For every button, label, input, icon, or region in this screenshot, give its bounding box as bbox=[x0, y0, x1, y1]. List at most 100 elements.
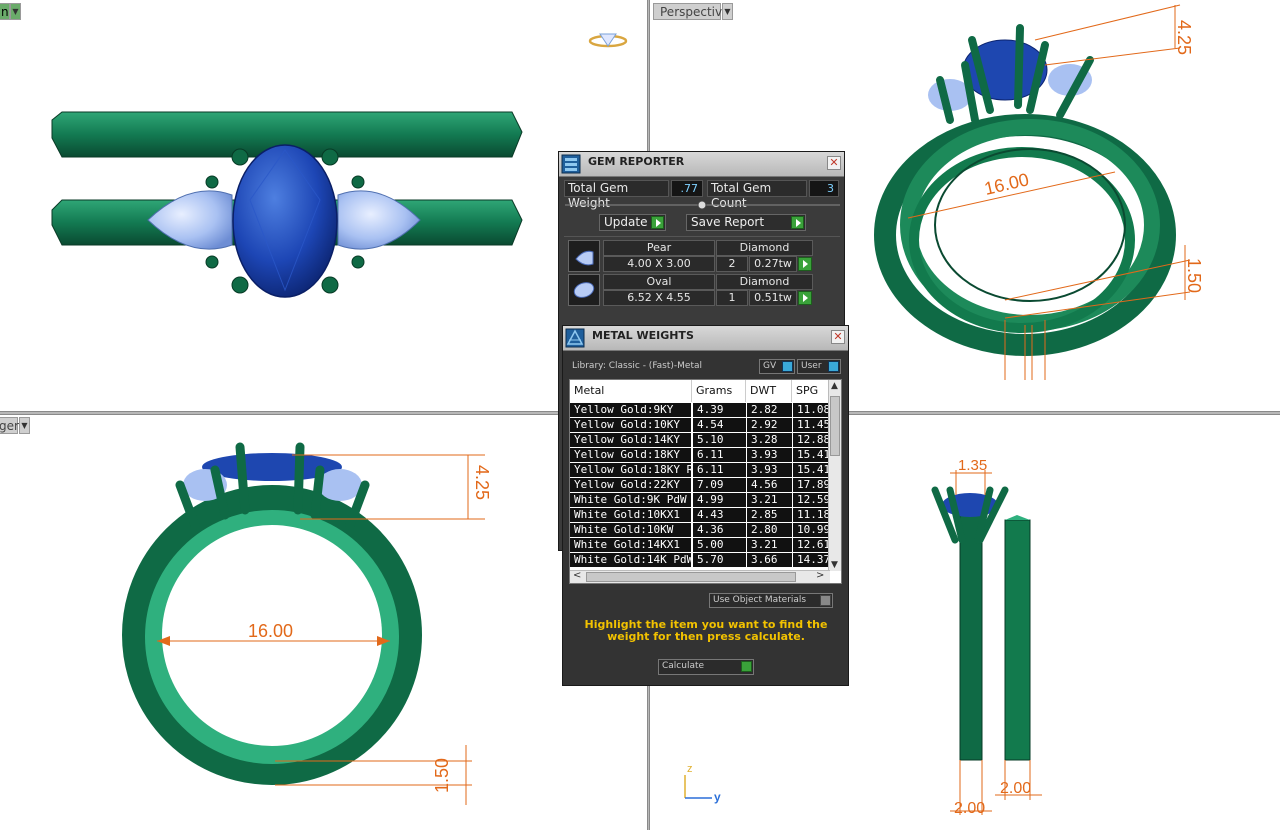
dwt-value: 3.93 bbox=[747, 463, 792, 477]
toggle-icon bbox=[820, 595, 831, 606]
viewport-label[interactable]: Perspective bbox=[653, 3, 730, 20]
metal-weights-panel: METAL WEIGHTS ✕ Library: Classic - (Fast… bbox=[562, 325, 849, 686]
viewport-dropdown-icon[interactable]: ▼ bbox=[19, 417, 30, 434]
metal-name: White Gold:10KX1 bbox=[570, 508, 691, 522]
dwt-value: 3.28 bbox=[747, 433, 792, 447]
dwt-value: 4.56 bbox=[747, 478, 792, 492]
metal-name: Yellow Gold:22KY bbox=[570, 478, 691, 492]
calculate-button[interactable]: Calculate bbox=[658, 659, 754, 675]
table-row[interactable]: Yellow Gold:9KY 4.39 2.82 11.08 bbox=[570, 403, 838, 418]
horizontal-scrollbar[interactable]: < > bbox=[570, 570, 830, 583]
table-row[interactable]: White Gold:14KX1 5.00 3.21 12.61 bbox=[570, 538, 838, 553]
gem-reporter-icon bbox=[561, 154, 581, 174]
ring-logo-icon bbox=[588, 33, 628, 48]
gem-size: 6.52 X 4.55 bbox=[603, 290, 715, 306]
grams-value: 5.00 bbox=[693, 538, 746, 552]
dwt-value: 3.66 bbox=[747, 553, 792, 567]
gem-shape: Pear bbox=[603, 240, 715, 256]
ring-front-render bbox=[51, 33, 628, 298]
scroll-up-icon[interactable]: ▲ bbox=[831, 381, 838, 391]
scroll-down-icon[interactable]: ▼ bbox=[831, 560, 838, 570]
gem-shape: Oval bbox=[603, 274, 715, 290]
table-row[interactable]: Yellow Gold:18KY 6.11 3.93 15.41 bbox=[570, 448, 838, 463]
column-header-metal[interactable]: Metal bbox=[570, 380, 692, 402]
table-row[interactable]: Yellow Gold:14KY 5.10 3.28 12.88 bbox=[570, 433, 838, 448]
user-toggle[interactable]: User bbox=[797, 359, 841, 374]
grams-value: 4.54 bbox=[693, 418, 746, 432]
toggle-icon bbox=[828, 361, 839, 372]
metal-name: White Gold:14K PdW bbox=[570, 553, 691, 567]
grams-value: 4.99 bbox=[693, 493, 746, 507]
metal-name: White Gold:9K PdW bbox=[570, 493, 691, 507]
metal-table[interactable]: Metal Grams DWT SPG Yellow Gold:9KY 4.39 2… bbox=[569, 379, 842, 584]
gem-select-button[interactable] bbox=[798, 257, 812, 271]
viewport-dropdown-icon[interactable]: ▼ bbox=[722, 3, 733, 20]
ring-side-render: 4.25 16.00 1.50 bbox=[122, 442, 492, 805]
metal-name: Yellow Gold:10KY bbox=[570, 418, 691, 432]
table-row[interactable]: Yellow Gold:18KY R...6.113.9315.41 bbox=[570, 463, 838, 478]
gv-toggle-label: GV bbox=[763, 361, 777, 371]
table-row[interactable]: White Gold:10KW 4.36 2.80 10.99 bbox=[570, 523, 838, 538]
scroll-left-icon[interactable]: < bbox=[573, 570, 581, 581]
metal-weights-titlebar[interactable]: METAL WEIGHTS ✕ bbox=[563, 326, 848, 351]
pear-gem-icon bbox=[568, 240, 600, 272]
column-header-dwt[interactable]: DWT bbox=[746, 380, 792, 402]
gem-count: 1 bbox=[716, 290, 748, 306]
dwt-value: 2.85 bbox=[747, 508, 792, 522]
table-row[interactable]: White Gold:14K PdW 5.70 3.66 14.37 bbox=[570, 553, 838, 568]
dwt-value: 2.80 bbox=[747, 523, 792, 537]
dwt-value: 3.93 bbox=[747, 448, 792, 462]
axis-y-label: y bbox=[714, 790, 721, 804]
oval-gem-icon bbox=[568, 274, 600, 306]
gem-size: 4.00 X 3.00 bbox=[603, 256, 715, 272]
grams-value: 4.39 bbox=[693, 403, 746, 417]
table-row[interactable]: White Gold:9K PdW 4.99 3.21 12.59 bbox=[570, 493, 838, 508]
use-object-materials-toggle[interactable]: Use Object Materials bbox=[709, 593, 833, 608]
total-weight-label: Total Gem Weight bbox=[564, 180, 669, 210]
metal-name: White Gold:14KX1 bbox=[570, 538, 691, 552]
play-icon bbox=[741, 661, 752, 672]
table-row[interactable]: Yellow Gold:22KY 7.09 4.56 17.89 bbox=[570, 478, 838, 493]
metal-name: Yellow Gold:14KY bbox=[570, 433, 691, 447]
column-header-spg[interactable]: SPG bbox=[792, 380, 832, 402]
use-object-materials-label: Use Object Materials bbox=[713, 595, 807, 605]
toggle-icon bbox=[782, 361, 793, 372]
close-icon[interactable]: ✕ bbox=[831, 330, 845, 344]
axis-gizmo-icon bbox=[684, 775, 712, 799]
total-count-label: Total Gem Count bbox=[707, 180, 807, 210]
table-row[interactable]: White Gold:10KX1 4.43 2.85 11.18 bbox=[570, 508, 838, 523]
total-weight-value: .77 bbox=[671, 180, 703, 197]
grams-value: 6.11 bbox=[693, 448, 746, 462]
close-icon[interactable]: ✕ bbox=[827, 156, 841, 170]
user-toggle-label: User bbox=[801, 361, 822, 371]
gem-weight: 0.51tw bbox=[749, 290, 797, 306]
table-row[interactable]: Yellow Gold:10KY 4.54 2.92 11.45 bbox=[570, 418, 838, 433]
vertical-scrollbar[interactable]: ▲ ▼ bbox=[828, 380, 841, 571]
gv-toggle[interactable]: GV bbox=[759, 359, 795, 374]
viewport-bottom-left[interactable]: 4.25 16.00 1.50 ger ▼ bbox=[0, 415, 647, 830]
dim-height-label: 4.25 bbox=[472, 465, 492, 500]
gem-reporter-titlebar[interactable]: GEM REPORTER ✕ bbox=[559, 152, 844, 177]
gem-select-button[interactable] bbox=[798, 291, 812, 305]
column-header-grams[interactable]: Grams bbox=[692, 380, 746, 402]
dim-prong-label: 1.35 bbox=[958, 457, 987, 474]
grams-value: 5.10 bbox=[693, 433, 746, 447]
scroll-right-icon[interactable]: > bbox=[816, 570, 824, 581]
metal-weights-icon bbox=[565, 328, 585, 348]
viewport-label[interactable]: n bbox=[0, 3, 10, 20]
viewport-dropdown-icon[interactable]: ▼ bbox=[10, 3, 21, 20]
gem-weight: 0.27tw bbox=[749, 256, 797, 272]
gem-type: Diamond bbox=[716, 240, 813, 256]
save-report-button[interactable]: Save Report bbox=[686, 214, 806, 231]
metal-name: Yellow Gold:9KY bbox=[570, 403, 691, 417]
dwt-value: 2.92 bbox=[747, 418, 792, 432]
dwt-value: 3.21 bbox=[747, 493, 792, 507]
viewport-top-left[interactable]: n ▼ bbox=[0, 0, 647, 411]
dim-band-label: 1.50 bbox=[432, 758, 452, 793]
dim-diameter-label: 16.00 bbox=[982, 169, 1030, 199]
viewport-label[interactable]: ger bbox=[0, 417, 19, 434]
play-icon bbox=[651, 216, 664, 229]
grams-value: 6.11 bbox=[693, 463, 746, 477]
update-button[interactable]: Update bbox=[599, 214, 666, 231]
dwt-value: 3.21 bbox=[747, 538, 792, 552]
